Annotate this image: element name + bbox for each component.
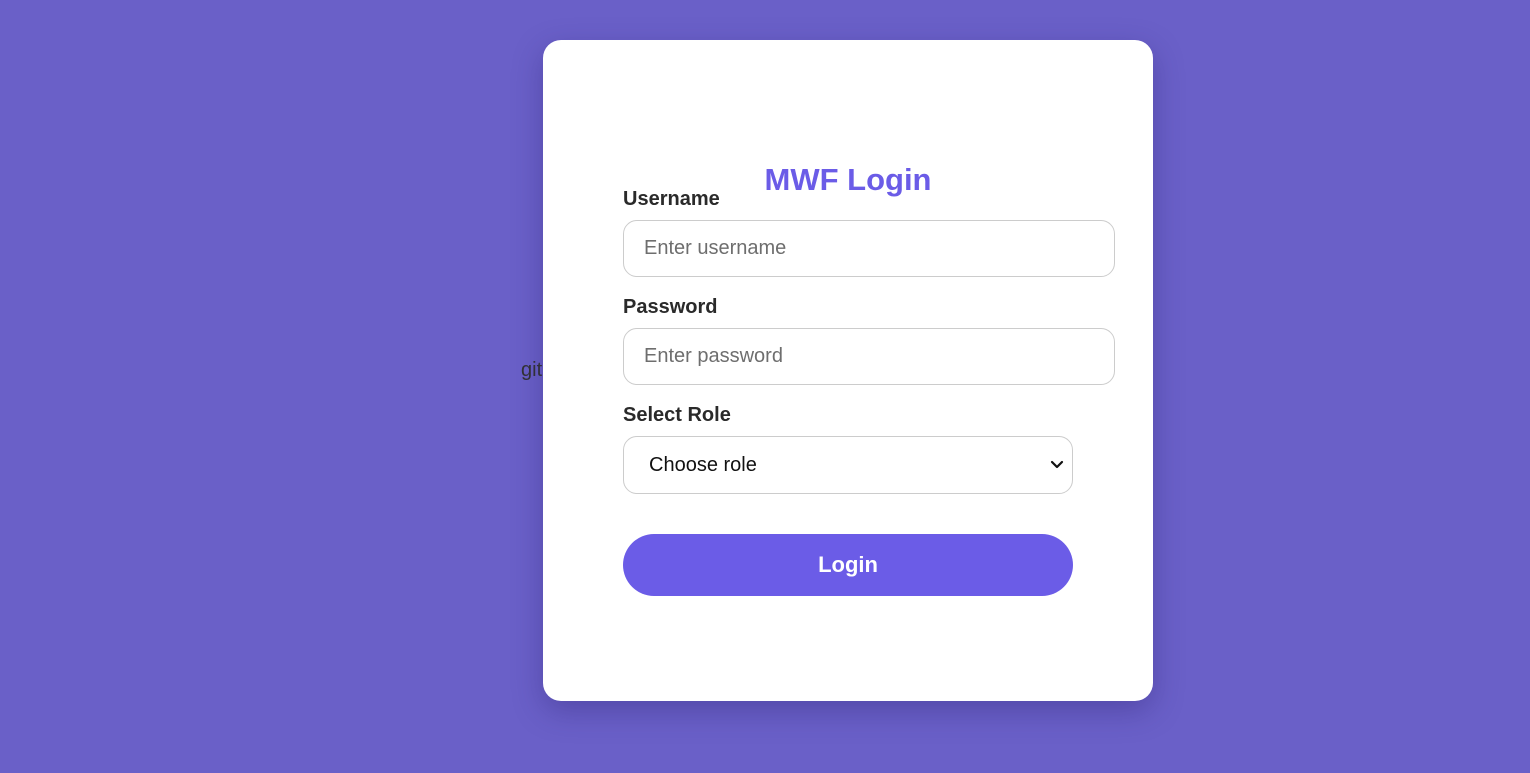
- login-button[interactable]: Login: [623, 534, 1073, 596]
- login-card: MWF Login Username Password Select Role …: [543, 40, 1153, 701]
- username-input[interactable]: [623, 220, 1115, 277]
- username-label: Username: [623, 188, 720, 210]
- role-label: Select Role: [623, 404, 731, 426]
- chevron-down-icon: [1050, 460, 1064, 469]
- background-stray-text: git: [521, 359, 543, 381]
- role-select-value: Choose role: [649, 454, 757, 476]
- password-label: Password: [623, 296, 718, 318]
- password-input[interactable]: [623, 328, 1115, 385]
- role-select[interactable]: Choose role: [623, 436, 1073, 494]
